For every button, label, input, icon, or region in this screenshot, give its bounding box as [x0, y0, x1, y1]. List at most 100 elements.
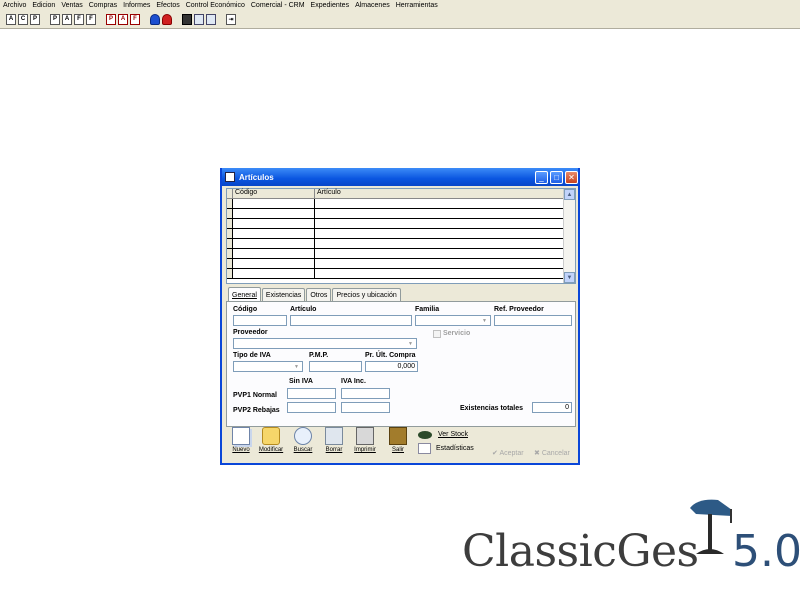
table-row[interactable] [227, 219, 575, 229]
tab-precios-ubicacion[interactable]: Precios y ubicación [332, 288, 401, 302]
grid-col-codigo[interactable]: Código [233, 189, 315, 198]
pvp1-sin-iva-field[interactable] [287, 388, 336, 399]
trash-icon [325, 427, 343, 445]
mail-icon[interactable] [206, 13, 216, 25]
pvp2-iva-inc-field[interactable] [341, 402, 390, 413]
salir-label: Salir [391, 447, 404, 453]
ped-icon[interactable]: F [86, 13, 96, 25]
existencias-totales-label: Existencias totales [460, 405, 524, 412]
cli-icon[interactable]: C [18, 13, 28, 25]
table-row[interactable] [227, 199, 575, 209]
pvp1-label: PVP1 Normal [233, 392, 277, 399]
menu-comercial-crm[interactable]: Comercial - CRM [251, 2, 305, 9]
tab-otros[interactable]: Otros [306, 288, 332, 302]
buscar-button[interactable]: Buscar [288, 427, 318, 459]
table-row[interactable] [227, 229, 575, 239]
menu-herramientas[interactable]: Herramientas [396, 2, 438, 9]
monitor-icon[interactable] [194, 13, 204, 25]
aceptar-label: Aceptar [499, 450, 524, 457]
prov-icon[interactable]: P [30, 13, 40, 25]
menu-ventas[interactable]: Ventas [61, 2, 82, 9]
nuevo-button[interactable]: Nuevo [226, 427, 256, 459]
aceptar-button[interactable]: ✔ Aceptar [492, 449, 524, 457]
familia-select[interactable]: ▼ [415, 315, 491, 326]
codigo-label: Código [233, 306, 258, 313]
pres-icon[interactable]: P [50, 13, 60, 25]
grid-col-articulo[interactable]: Artículo [315, 189, 575, 198]
classicges-logo: ClassicGes 5.0 [462, 520, 800, 582]
menu-efectos[interactable]: Efectos [156, 2, 179, 9]
table-row[interactable] [227, 269, 575, 279]
ver-stock-button[interactable]: Ver Stock [438, 431, 468, 438]
proveedor-label: Proveedor [233, 329, 268, 336]
check-icon: ✔ [492, 450, 498, 457]
pr-ult-compra-field[interactable]: 0,000 [365, 361, 418, 372]
tab-strip: General Existencias Otros Precios y ubic… [228, 287, 402, 302]
codigo-field[interactable] [233, 315, 287, 326]
close-button[interactable]: ✕ [565, 171, 578, 184]
servicio-checkbox[interactable] [433, 330, 441, 338]
buscar-label: Buscar [293, 447, 313, 453]
menu-compras[interactable]: Compras [89, 2, 117, 9]
new-document-icon [232, 427, 250, 445]
modificar-label: Modificar [258, 447, 284, 453]
maximize-button[interactable]: □ [550, 171, 563, 184]
minimize-button[interactable]: _ [535, 171, 548, 184]
red-bag-icon[interactable] [162, 13, 172, 25]
tab-existencias[interactable]: Existencias [261, 288, 306, 302]
table-row[interactable] [227, 239, 575, 249]
imprimir-button[interactable]: Imprimir [350, 427, 380, 459]
pvp2-sin-iva-field[interactable] [287, 402, 336, 413]
menu-almacenes[interactable]: Almacenes [355, 2, 390, 9]
servicio-label: Servicio [443, 330, 471, 337]
table-row[interactable] [227, 249, 575, 259]
modificar-button[interactable]: Modificar [256, 427, 286, 459]
menu-informes[interactable]: Informes [123, 2, 150, 9]
cross-icon: ✖ [534, 450, 540, 457]
menu-edicion[interactable]: Edicion [32, 2, 55, 9]
exit-door-icon [389, 427, 407, 445]
scroll-down-icon[interactable]: ▼ [564, 272, 575, 283]
iva-inc-label: IVA Inc. [341, 378, 366, 385]
blue-bag-icon[interactable] [150, 13, 160, 25]
pvp2-label: PVP2 Rebajas [233, 407, 280, 414]
tab-general[interactable]: General [228, 287, 261, 302]
menu-expedientes[interactable]: Expedientes [311, 2, 350, 9]
fac-prov2-icon[interactable]: F [130, 13, 140, 25]
toolbar: A C P P A F F P A F ⇥ [0, 10, 800, 29]
ref-proveedor-field[interactable] [494, 315, 572, 326]
fac-icon[interactable]: F [74, 13, 84, 25]
articulo-field[interactable] [290, 315, 412, 326]
grid-scrollbar[interactable]: ▲ ▼ [563, 189, 575, 283]
borrar-button[interactable]: Borrar [319, 427, 349, 459]
pvp1-iva-inc-field[interactable] [341, 388, 390, 399]
menu-archivo[interactable]: Archivo [3, 2, 26, 9]
table-row[interactable] [227, 259, 575, 269]
printer-icon [356, 427, 374, 445]
fac-prov-icon[interactable]: A [118, 13, 128, 25]
articles-grid[interactable]: Código Artículo ▲ ▼ [226, 188, 576, 284]
table-row[interactable] [227, 209, 575, 219]
scroll-up-icon[interactable]: ▲ [564, 189, 575, 200]
pmp-field[interactable] [309, 361, 362, 372]
estadisticas-button[interactable]: Estadísticas [436, 445, 474, 452]
menu-bar: Archivo Edicion Ventas Compras Informes … [0, 0, 800, 10]
save-icon[interactable] [182, 13, 192, 25]
exit-icon[interactable]: ⇥ [226, 13, 236, 25]
alb-icon[interactable]: A [62, 13, 72, 25]
proveedor-select[interactable]: ▼ [233, 338, 417, 349]
articulos-window: Artículos _ □ ✕ Código Artículo ▲ ▼ Gene… [220, 168, 580, 465]
window-title: Artículos [239, 172, 274, 182]
salir-button[interactable]: Salir [383, 427, 413, 459]
existencias-totales-field: 0 [532, 402, 572, 413]
pr-ult-compra-label: Pr. Últ. Compra [365, 352, 416, 359]
cancelar-button[interactable]: ✖ Cancelar [534, 449, 570, 457]
window-titlebar[interactable]: Artículos [222, 168, 578, 186]
tipo-iva-select[interactable]: ▼ [233, 361, 303, 372]
alb-prov-icon[interactable]: P [106, 13, 116, 25]
logo-name: ClassicGes [462, 526, 699, 577]
chevron-down-icon: ▼ [482, 318, 487, 324]
art-icon[interactable]: A [6, 13, 16, 25]
pmp-label: P.M.P. [309, 352, 329, 359]
menu-control-economico[interactable]: Control Económico [186, 2, 245, 9]
